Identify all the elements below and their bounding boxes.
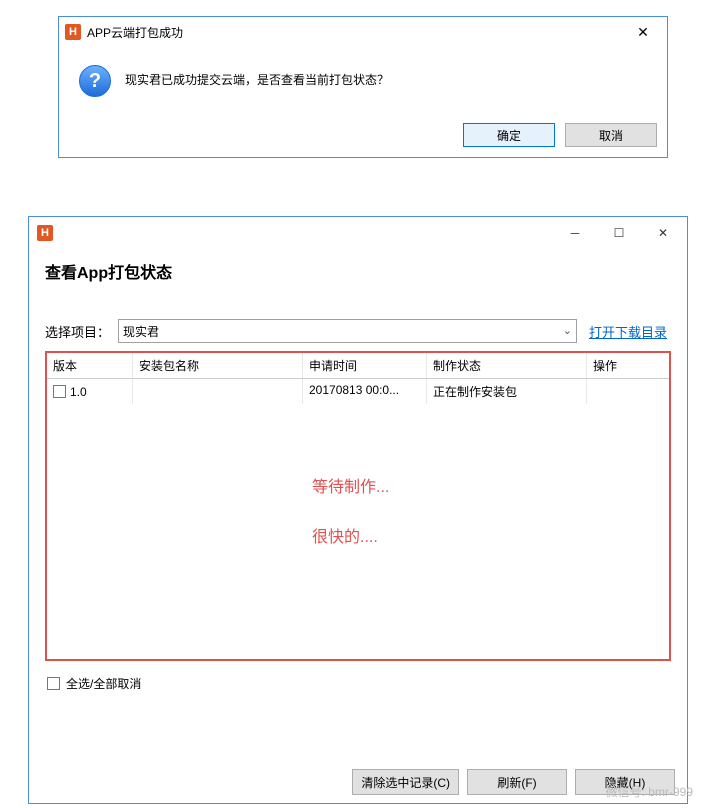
app-icon: H xyxy=(37,225,53,241)
cell-version: 1.0 xyxy=(47,379,133,404)
dialog2-titlebar: H ─ ☐ ✕ xyxy=(29,217,687,249)
status-table: 版本 安装包名称 申请时间 制作状态 操作 1.0 20170813 00:0.… xyxy=(45,351,671,661)
dialog-package-success: H APP云端打包成功 ✕ ? 现实君已成功提交云端，是否查看当前打包状态？ 确… xyxy=(58,16,668,158)
cell-status: 正在制作安装包 xyxy=(427,379,587,404)
dialog1-titlebar: H APP云端打包成功 ✕ xyxy=(59,17,667,47)
col-status: 制作状态 xyxy=(427,353,587,378)
refresh-button[interactable]: 刷新(F) xyxy=(467,769,567,795)
app-icon: H xyxy=(65,24,81,40)
cancel-button[interactable]: 取消 xyxy=(565,123,657,147)
col-apply-time: 申请时间 xyxy=(303,353,427,378)
col-operation: 操作 xyxy=(587,353,657,378)
project-select[interactable]: 现实君 ⌄ xyxy=(118,319,577,343)
open-download-dir-link[interactable]: 打开下载目录 xyxy=(585,322,671,341)
cell-operation xyxy=(587,379,657,404)
dialog1-title: APP云端打包成功 xyxy=(87,24,183,41)
cell-version-text: 1.0 xyxy=(70,385,87,399)
close-button[interactable]: ✕ xyxy=(641,219,685,247)
project-row: 选择项目： 现实君 ⌄ 打开下载目录 xyxy=(29,319,687,343)
close-button[interactable]: ✕ xyxy=(623,19,663,45)
select-all-label: 全选/全部取消 xyxy=(66,675,141,692)
select-all-checkbox[interactable] xyxy=(47,677,60,690)
table-header: 版本 安装包名称 申请时间 制作状态 操作 xyxy=(47,353,669,379)
col-package-name: 安装包名称 xyxy=(133,353,303,378)
maximize-button[interactable]: ☐ xyxy=(597,219,641,247)
dialog1-message: 现实君已成功提交云端，是否查看当前打包状态？ xyxy=(125,65,389,97)
dialog-package-status: H ─ ☐ ✕ 查看App打包状态 选择项目： 现实君 ⌄ 打开下载目录 版本 … xyxy=(28,216,688,804)
question-icon: ? xyxy=(79,65,111,97)
row-checkbox[interactable] xyxy=(53,385,66,398)
minimize-button[interactable]: ─ xyxy=(553,219,597,247)
window-controls: ─ ☐ ✕ xyxy=(553,219,685,247)
col-version: 版本 xyxy=(47,353,133,378)
chevron-down-icon: ⌄ xyxy=(563,324,572,337)
select-all-row: 全选/全部取消 xyxy=(29,667,687,700)
dialog1-body: ? 现实君已成功提交云端，是否查看当前打包状态？ xyxy=(59,47,667,115)
annotation-waiting: 等待制作... xyxy=(312,473,389,497)
cell-package-name xyxy=(133,379,303,404)
watermark: 微信号: bmr-999 xyxy=(606,783,693,800)
annotation-fast: 很快的.... xyxy=(312,523,378,547)
ok-button[interactable]: 确定 xyxy=(463,123,555,147)
close-icon: ✕ xyxy=(637,24,649,41)
project-label: 选择项目： xyxy=(45,322,110,341)
clear-selected-button[interactable]: 清除选中记录(C) xyxy=(352,769,459,795)
project-select-value: 现实君 xyxy=(123,323,159,340)
dialog1-footer: 确定 取消 xyxy=(59,115,667,157)
dialog2-heading: 查看App打包状态 xyxy=(29,249,687,299)
cell-apply-time: 20170813 00:0... xyxy=(303,379,427,404)
table-row[interactable]: 1.0 20170813 00:0... 正在制作安装包 xyxy=(47,379,669,404)
